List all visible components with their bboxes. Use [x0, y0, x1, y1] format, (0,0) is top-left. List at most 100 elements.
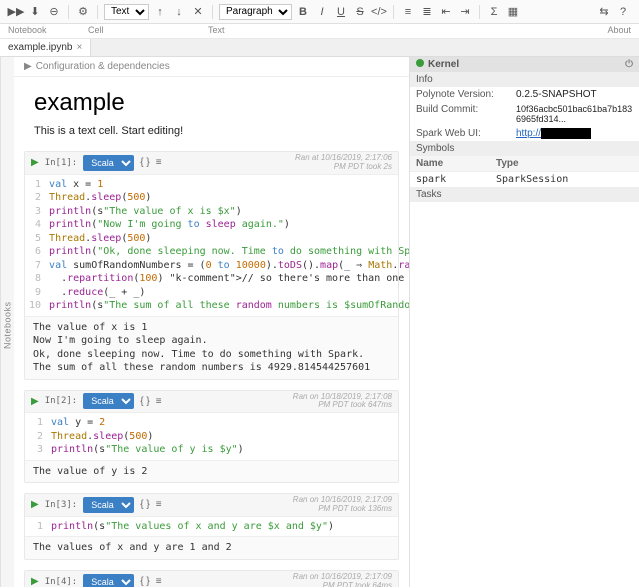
- label-about[interactable]: About: [607, 25, 631, 35]
- close-icon[interactable]: ×: [76, 42, 82, 53]
- table-icon[interactable]: ▦: [505, 4, 521, 20]
- kernel-status-icon: [416, 59, 424, 67]
- cell-header: ▶In[1]:Scala{ }≡Ran at 10/16/2019, 2:17:…: [25, 152, 398, 175]
- underline-icon[interactable]: U: [333, 4, 349, 20]
- italic-icon[interactable]: I: [314, 4, 330, 20]
- clear-icon[interactable]: ⊖: [46, 4, 62, 20]
- notebook-tab[interactable]: example.ipynb ×: [0, 39, 91, 56]
- run-all-icon[interactable]: ▶▶: [8, 4, 24, 20]
- build-value: 10f36acbc501bac61ba7b1836965fd314...: [516, 104, 633, 124]
- language-select[interactable]: Scala: [83, 574, 134, 587]
- download-icon[interactable]: ⬇: [27, 4, 43, 20]
- separator: [97, 5, 98, 19]
- version-label: Polynote Version:: [416, 89, 516, 100]
- symbol-name: spark: [416, 174, 496, 185]
- code-content[interactable]: val y = 2Thread.sleep(500)println(s"The …: [47, 413, 398, 460]
- language-select[interactable]: Scala: [83, 393, 134, 409]
- build-label: Build Commit:: [416, 104, 516, 124]
- code-cell: ▶ In[2]: Scala { } ≡ Ran on 10/18/2019, 2:17:…: [24, 390, 399, 484]
- insert-below-icon[interactable]: ↓: [171, 4, 187, 20]
- separator: [212, 5, 213, 19]
- run-cell-icon[interactable]: ▶: [31, 576, 39, 587]
- strike-icon[interactable]: S: [352, 4, 368, 20]
- braces-icon[interactable]: { }: [140, 576, 149, 587]
- toolbar-labels: Notebook Cell Text About: [0, 24, 639, 39]
- cell-output: The value of y is 2: [25, 460, 398, 483]
- symbols-section[interactable]: Symbols: [410, 141, 639, 156]
- page-title[interactable]: example: [14, 77, 409, 125]
- cell-run-meta: Ran on 10/18/2019, 2:17:08PM PDT took 64…: [293, 393, 392, 411]
- separator: [479, 5, 480, 19]
- code-editor[interactable]: 12345678910val x = 1Thread.sleep(500)pri…: [25, 175, 398, 316]
- separator: [393, 5, 394, 19]
- symbol-type: SparkSession: [496, 174, 568, 185]
- help-icon[interactable]: ?: [615, 4, 631, 20]
- code-editor[interactable]: 1println(s"The values of x and y are $x …: [25, 517, 398, 537]
- code-cell: ▶ In[4]: Scala { } ≡ Ran on 10/16/2019, 2:17:…: [24, 570, 399, 587]
- tab-bar: example.ipynb ×: [0, 39, 639, 57]
- code-icon[interactable]: </>: [371, 4, 387, 20]
- code-content[interactable]: val x = 1Thread.sleep(500)println(s"The …: [45, 175, 409, 316]
- spark-link[interactable]: http://: [516, 128, 541, 139]
- code-content[interactable]: println(s"The values of x and y are $x a…: [47, 517, 398, 537]
- sidebar-handle[interactable]: Notebooks: [0, 57, 14, 587]
- col-name: Name: [416, 158, 496, 169]
- equation-icon[interactable]: Σ: [486, 4, 502, 20]
- code-cell: ▶In[3]:Scala{ }≡Ran on 10/16/2019, 2:17:…: [24, 493, 399, 560]
- text-cell-content[interactable]: This is a text cell. Start editing!: [14, 125, 409, 147]
- insert-above-icon[interactable]: ↑: [152, 4, 168, 20]
- label-text: Text: [208, 25, 225, 35]
- cell-run-meta: Ran on 10/16/2019, 2:17:09PM PDT took 64…: [293, 573, 392, 587]
- cell-run-meta: Ran on 10/16/2019, 2:17:09PM PDT took 13…: [293, 496, 392, 514]
- col-type: Type: [496, 158, 519, 169]
- run-cell-icon[interactable]: ▶: [31, 396, 39, 407]
- outdent-icon[interactable]: ⇤: [438, 4, 454, 20]
- braces-icon[interactable]: { }: [140, 499, 149, 510]
- code-cell: ▶In[1]:Scala{ }≡Ran at 10/16/2019, 2:17:…: [24, 151, 399, 380]
- menu-icon[interactable]: ≡: [156, 499, 162, 510]
- menu-icon[interactable]: ≡: [156, 576, 162, 587]
- label-cell: Cell: [88, 25, 208, 35]
- info-section[interactable]: Info: [410, 72, 639, 87]
- braces-icon[interactable]: { }: [140, 157, 149, 168]
- cell-run-meta: Ran at 10/16/2019, 2:17:06PM PDT took 2s: [295, 154, 392, 172]
- cell-type-select[interactable]: Text: [104, 4, 149, 20]
- kernel-section[interactable]: Kernel ⏻: [410, 57, 639, 72]
- power-icon[interactable]: ⏻: [625, 59, 633, 70]
- line-gutter: 12345678910: [25, 175, 45, 316]
- menu-icon[interactable]: ≡: [156, 396, 162, 407]
- braces-icon[interactable]: { }: [140, 396, 149, 407]
- spark-label: Spark Web UI:: [416, 128, 516, 139]
- notebook-area: ▶ Configuration & dependencies example T…: [14, 57, 409, 587]
- tasks-section[interactable]: Tasks: [410, 187, 639, 202]
- sidebar-label: Notebooks: [3, 301, 13, 349]
- chevron-right-icon: ▶: [24, 61, 32, 72]
- label-notebook: Notebook: [8, 25, 88, 35]
- config-dependencies-section[interactable]: ▶ Configuration & dependencies: [14, 57, 409, 77]
- in-label: In[2]:: [45, 396, 78, 406]
- version-value: 0.2.5-SNAPSHOT: [516, 89, 633, 100]
- bold-icon[interactable]: B: [295, 4, 311, 20]
- language-select[interactable]: Scala: [83, 497, 134, 513]
- language-select[interactable]: Scala: [83, 155, 134, 171]
- paragraph-select[interactable]: Paragraph: [219, 4, 292, 20]
- main-toolbar: ▶▶ ⬇ ⊖ ⚙ Text ↑ ↓ ✕ Paragraph B I U S </…: [0, 0, 639, 24]
- menu-icon[interactable]: ≡: [156, 157, 162, 168]
- indent-icon[interactable]: ⇥: [457, 4, 473, 20]
- redacted-url: xx: [541, 128, 591, 139]
- cell-output: The values of x and y are 1 and 2: [25, 536, 398, 559]
- in-label: In[4]:: [45, 577, 78, 587]
- section-label: Configuration & dependencies: [36, 61, 170, 72]
- delete-cell-icon[interactable]: ✕: [190, 4, 206, 20]
- separator: [68, 5, 69, 19]
- run-cell-icon[interactable]: ▶: [31, 499, 39, 510]
- ul-icon[interactable]: ≡: [400, 4, 416, 20]
- toggle-panel-icon[interactable]: ⇆: [596, 4, 612, 20]
- run-cell-icon[interactable]: ▶: [31, 157, 39, 168]
- ol-icon[interactable]: ≣: [419, 4, 435, 20]
- cell-output: The value of x is 1 Now I'm going to sle…: [25, 316, 398, 379]
- line-gutter: 123: [25, 413, 47, 460]
- settings-icon[interactable]: ⚙: [75, 4, 91, 20]
- code-editor[interactable]: 123val y = 2Thread.sleep(500)println(s"T…: [25, 413, 398, 460]
- symbol-row[interactable]: spark SparkSession: [410, 172, 639, 187]
